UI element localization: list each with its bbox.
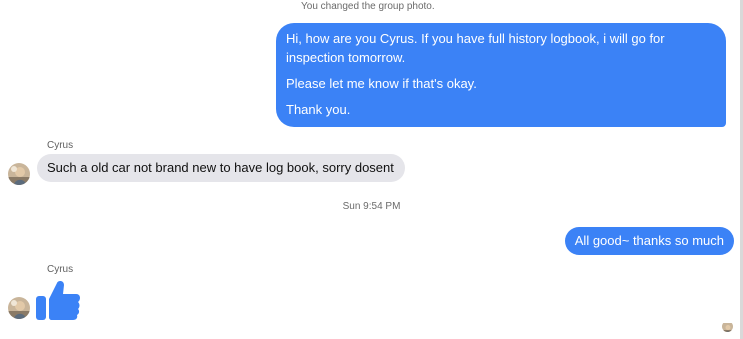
- avatar-photo-icon: [8, 163, 30, 185]
- outgoing-message-bubble[interactable]: All good~ thanks so much: [564, 227, 734, 255]
- avatar-photo-icon: [722, 323, 733, 332]
- sender-name: Cyrus: [47, 140, 74, 151]
- system-note: You changed the group photo.: [301, 1, 435, 12]
- sender-name: Cyrus: [47, 264, 74, 275]
- avatar[interactable]: [8, 163, 30, 185]
- thumbs-up-icon[interactable]: [35, 279, 81, 321]
- incoming-message-bubble[interactable]: Such a old car not brand new to have log…: [37, 154, 405, 182]
- message-timestamp: Sun 9:54 PM: [342, 201, 401, 212]
- message-paragraph: Please let me know if that's okay.: [286, 76, 477, 91]
- message-paragraph: Thank you.: [286, 102, 351, 117]
- avatar-photo-icon: [8, 297, 30, 319]
- read-receipt-avatar: [722, 321, 733, 332]
- chat-transcript: You changed the group photo. Hi, how are…: [0, 0, 743, 339]
- avatar[interactable]: [8, 297, 30, 319]
- message-paragraph: Hi, how are you Cyrus. If you have full …: [286, 31, 665, 65]
- outgoing-message-bubble[interactable]: Hi, how are you Cyrus. If you have full …: [276, 23, 726, 127]
